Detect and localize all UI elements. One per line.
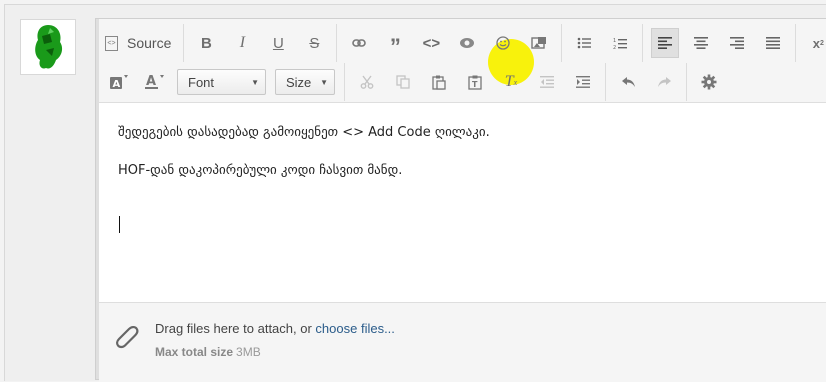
max-size-value: 3MB xyxy=(236,345,261,359)
svg-text:A: A xyxy=(113,79,121,90)
undo-icon[interactable] xyxy=(614,67,642,97)
remove-format-icon[interactable]: Tx xyxy=(497,67,525,97)
svg-text:1: 1 xyxy=(613,38,616,44)
font-dropdown-label: Font xyxy=(188,74,215,90)
size-dropdown[interactable]: Size ▼ xyxy=(275,69,335,95)
strikethrough-icon[interactable]: S xyxy=(300,28,328,58)
text-cursor xyxy=(119,216,120,233)
smiley-icon[interactable] xyxy=(489,28,517,58)
toolbar-separator xyxy=(183,24,185,62)
link-icon[interactable] xyxy=(345,28,373,58)
svg-text:2: 2 xyxy=(613,45,616,50)
paperclip-icon xyxy=(113,323,139,353)
toolbar-separator xyxy=(336,24,338,62)
bold-icon[interactable]: B xyxy=(192,28,220,58)
justify-icon[interactable] xyxy=(759,28,787,58)
rich-text-editor: <> Source B I U S ” <> 1 2 x 2 A A Font … xyxy=(95,18,826,382)
max-size-label: Max total size xyxy=(155,345,234,359)
toolbar-row-2: A A Font ▼ Size ▼ T T x xyxy=(105,63,731,101)
source-button[interactable]: <> Source xyxy=(105,28,175,58)
align-left-icon[interactable] xyxy=(651,28,680,58)
cut-icon[interactable] xyxy=(353,67,381,97)
toolbar-separator xyxy=(795,24,797,62)
size-dropdown-label: Size xyxy=(286,74,312,90)
align-center-icon[interactable] xyxy=(687,28,715,58)
copy-icon[interactable] xyxy=(389,67,417,97)
settings-icon[interactable] xyxy=(695,67,723,97)
drag-files-text: Drag files here to attach, or xyxy=(155,321,316,336)
max-size-info: Max total size 3MB xyxy=(155,345,261,359)
preview-icon[interactable] xyxy=(453,28,481,58)
toolbar-separator xyxy=(344,63,345,101)
dropzone-text: Drag files here to attach, or choose fil… xyxy=(155,321,395,336)
content-line-1: შედეგების დასადებად გამოიყენეთ <> Add Co… xyxy=(118,125,490,140)
indent-icon[interactable] xyxy=(569,67,597,97)
svg-text:A: A xyxy=(146,74,156,89)
toolbar-separator xyxy=(605,63,606,101)
paste-text-icon[interactable]: T xyxy=(461,67,489,97)
code-icon[interactable]: <> xyxy=(417,28,445,58)
toolbar-separator xyxy=(642,24,644,62)
numbered-list-icon[interactable]: 12 xyxy=(606,28,634,58)
toolbar-row-1: <> Source B I U S ” <> 1 2 x 2 xyxy=(105,24,826,62)
toolbar-separator xyxy=(686,63,687,101)
font-dropdown[interactable]: Font ▼ xyxy=(177,69,266,95)
underline-icon[interactable]: U xyxy=(264,28,292,58)
bullet-list-icon[interactable] xyxy=(570,28,598,58)
superscript-icon[interactable]: x2 xyxy=(804,28,826,58)
italic-icon[interactable]: I xyxy=(228,28,256,58)
source-label: Source xyxy=(127,35,172,51)
align-right-icon[interactable] xyxy=(723,28,751,58)
avatar[interactable] xyxy=(20,19,76,75)
choose-files-link[interactable]: choose files... xyxy=(315,321,395,336)
chevron-down-icon: ▼ xyxy=(320,77,328,87)
media-icon[interactable] xyxy=(525,28,553,58)
paste-icon[interactable] xyxy=(425,67,453,97)
editor-toolbar: <> Source B I U S ” <> 1 2 x 2 A A Font … xyxy=(99,19,826,103)
outdent-icon[interactable] xyxy=(533,67,561,97)
chevron-down-icon: ▼ xyxy=(251,77,259,87)
source-icon: <> xyxy=(105,35,118,51)
redo-icon[interactable] xyxy=(650,67,678,97)
quote-icon[interactable]: ” xyxy=(381,28,409,59)
text-color-icon[interactable]: A xyxy=(141,67,169,97)
toolbar-separator xyxy=(561,24,563,62)
svg-text:T: T xyxy=(472,80,478,89)
content-line-2: HOF-დან დაკოპირებული კოდი ჩასვით მანდ. xyxy=(118,163,403,178)
background-color-icon[interactable]: A xyxy=(105,67,133,97)
attachment-dropzone[interactable]: Drag files here to attach, or choose fil… xyxy=(99,302,826,382)
